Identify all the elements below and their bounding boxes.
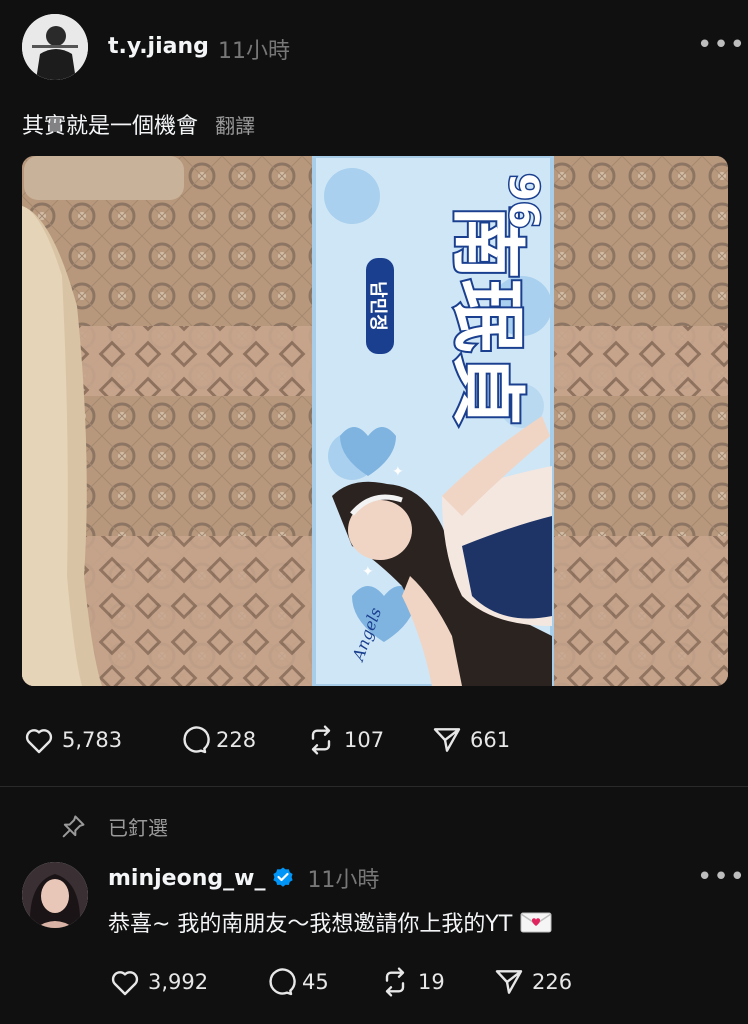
like-count: 5,783: [62, 728, 123, 752]
reply-body: 恭喜~ 我的南朋友～我想邀請你上我的YT: [108, 906, 552, 938]
repost-icon: [385, 967, 405, 997]
banner-name-text: 南珉貞: [444, 205, 530, 427]
comment-bubble-icon: [183, 726, 210, 754]
reply-more-options-icon[interactable]: •••: [697, 862, 746, 892]
reply-share-count: 226: [532, 970, 573, 994]
send-paper-plane-icon: [433, 728, 461, 752]
share-button[interactable]: 661: [430, 724, 510, 756]
reply-comment-button[interactable]: 45: [262, 966, 329, 998]
reply-text: 恭喜~ 我的南朋友～我想邀請你上我的YT: [108, 912, 513, 937]
author-username[interactable]: t.y.jiang: [108, 34, 209, 59]
like-button[interactable]: 5,783: [22, 724, 122, 756]
banner-number-text: 96: [500, 173, 546, 229]
author-avatar[interactable]: [22, 14, 88, 80]
reply-like-button[interactable]: 3,992: [108, 966, 208, 998]
reply-comment-count: 45: [302, 970, 329, 994]
person-photo-icon: [22, 862, 88, 928]
reply-username[interactable]: minjeong_w_: [108, 866, 265, 891]
photo-illustration: 南珉貞 남민정 96 Angels ✦ ✦: [22, 156, 728, 686]
love-letter-emoji-icon: [520, 912, 552, 933]
post-text: 其實就是一個機會: [22, 114, 199, 139]
person-silhouette-icon: [22, 14, 88, 80]
heart-icon: [111, 971, 139, 996]
post-image[interactable]: 南珉貞 남민정 96 Angels ✦ ✦: [22, 156, 728, 686]
share-count: 661: [470, 728, 511, 752]
pinned-indicator: 已釘選: [58, 812, 168, 841]
post-body: 其實就是一個機會 翻譯: [22, 108, 255, 140]
reply-share-button[interactable]: 226: [492, 966, 572, 998]
reply-timestamp: 11小時: [307, 868, 380, 893]
comment-bubble-icon: [269, 968, 296, 996]
reply-like-count: 3,992: [148, 970, 209, 994]
repost-count: 107: [344, 728, 385, 752]
translate-link[interactable]: 翻譯: [215, 114, 255, 138]
reply-repost-button[interactable]: 19: [378, 966, 445, 998]
post-timestamp: 11小時: [218, 39, 290, 64]
banner-korean-text: 남민정: [367, 281, 388, 331]
heart-icon: [25, 729, 53, 754]
pinned-label: 已釘選: [108, 816, 168, 840]
repost-button[interactable]: 107: [304, 724, 384, 756]
send-paper-plane-icon: [495, 970, 523, 994]
svg-text:✦: ✦: [362, 564, 374, 580]
comment-count: 228: [216, 728, 257, 752]
divider: [0, 786, 748, 787]
comment-button[interactable]: 228: [176, 724, 256, 756]
svg-text:✦: ✦: [392, 464, 404, 480]
reply-author-avatar[interactable]: [22, 862, 88, 928]
more-options-icon[interactable]: •••: [697, 30, 746, 60]
reply-header: minjeong_w_ 11小時: [108, 862, 379, 894]
verified-badge-icon: [273, 867, 294, 887]
repost-icon: [311, 725, 331, 755]
reply-repost-count: 19: [418, 970, 445, 994]
pin-icon: [62, 815, 85, 837]
